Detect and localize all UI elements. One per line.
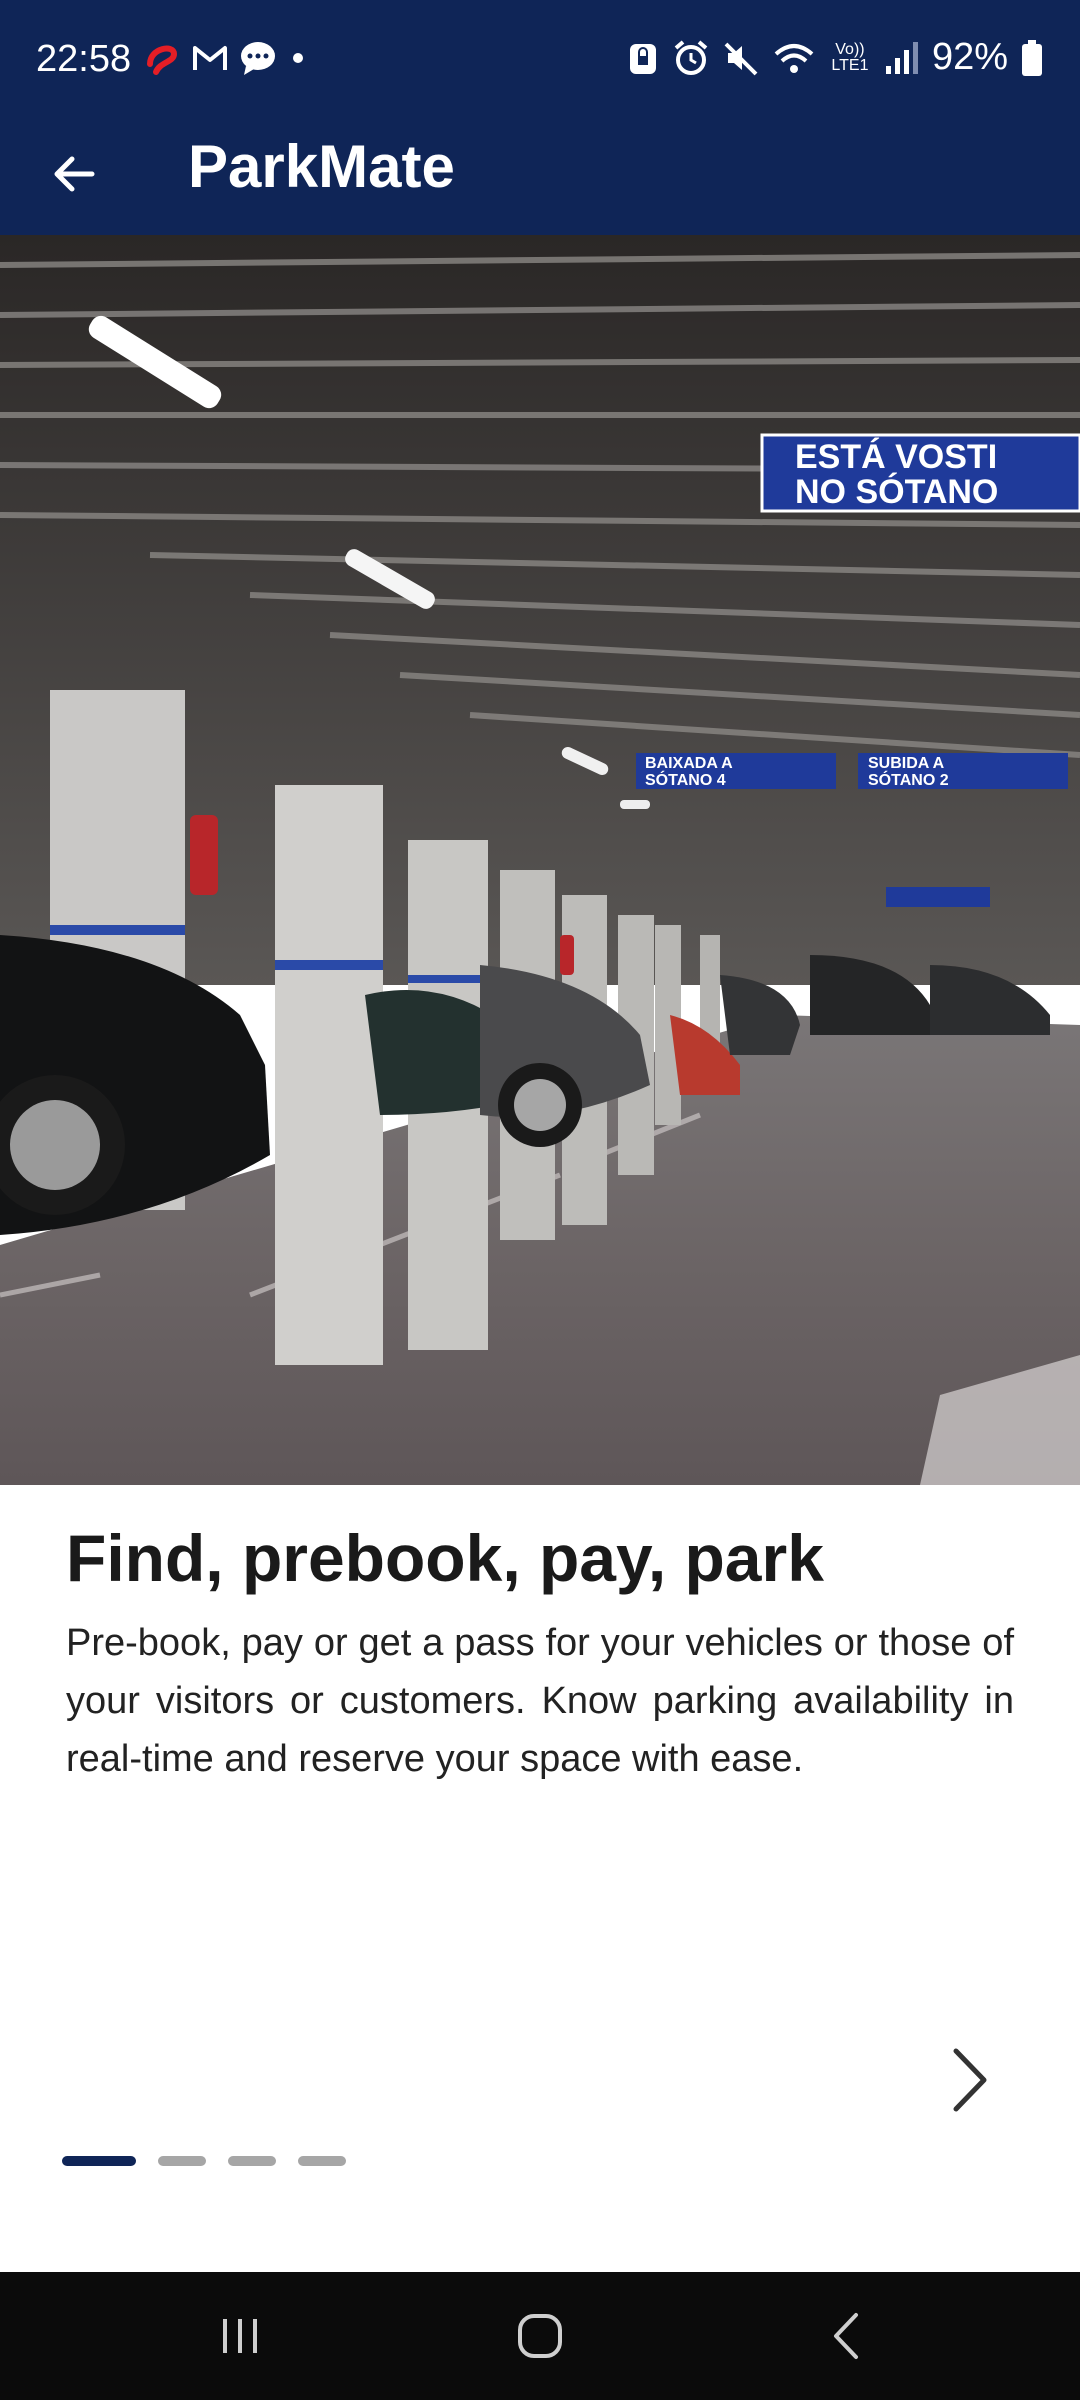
top-app-bar-container: 22:58 Vo)) LTE1 92% ParkMate — [0, 0, 1080, 235]
page-indicator — [62, 2156, 346, 2166]
home-button[interactable] — [490, 2296, 590, 2376]
mute-icon — [724, 42, 758, 75]
next-button[interactable] — [930, 2040, 1010, 2120]
nfc-lock-icon — [629, 43, 656, 74]
sign-text-3b: SÓTANO 2 — [868, 770, 949, 789]
page-dot-4 — [298, 2156, 346, 2166]
battery-icon — [1022, 39, 1042, 76]
system-navigation-bar — [0, 2272, 1080, 2400]
recents-button[interactable] — [190, 2296, 290, 2376]
dot-icon — [293, 53, 303, 63]
notification-icons — [142, 38, 310, 78]
page-dot-3 — [228, 2156, 276, 2166]
alarm-icon — [674, 39, 708, 75]
back-button[interactable] — [36, 136, 112, 212]
signal-icon — [885, 41, 918, 74]
system-icons: Vo)) LTE1 92% — [626, 36, 1044, 79]
back-nav-button[interactable] — [796, 2296, 896, 2376]
hero-image: ESTÁ VOSTI NO SÓTANO BAIXADA A SÓTANO 4 … — [0, 235, 1080, 1485]
volte-label: Vo)) LTE1 — [831, 40, 869, 74]
back-icon — [834, 2313, 858, 2359]
sign-text-2b: SÓTANO 4 — [645, 770, 726, 789]
app-bar: ParkMate — [0, 120, 1080, 235]
app-title: ParkMate — [188, 133, 455, 200]
sign-text-3a: SUBIDA A — [868, 755, 945, 772]
battery-percent: 92% — [931, 36, 1008, 78]
onboarding-content: Find, prebook, pay, park Pre-book, pay o… — [66, 1520, 1014, 1788]
arrow-left-icon — [54, 156, 95, 192]
status-bar: 22:58 Vo)) LTE1 92% — [0, 0, 1080, 120]
airtel-icon — [147, 45, 178, 75]
onboarding-headline: Find, prebook, pay, park — [66, 1521, 824, 1595]
sign-text-2a: BAIXADA A — [645, 755, 733, 772]
parking-garage-illustration: ESTÁ VOSTI NO SÓTANO BAIXADA A SÓTANO 4 … — [0, 235, 1080, 1485]
page-dot-1 — [62, 2156, 136, 2166]
chat-icon — [241, 42, 275, 75]
sign-text-1a: ESTÁ VOSTI — [795, 438, 997, 476]
page-dot-2 — [158, 2156, 206, 2166]
status-time: 22:58 — [36, 38, 132, 80]
chevron-right-icon — [953, 2048, 987, 2112]
onboarding-description: Pre-book, pay or get a pass for your veh… — [66, 1622, 1014, 1780]
recents-icon — [223, 2319, 257, 2353]
wifi-icon — [774, 43, 814, 73]
sign-text-1b: NO SÓTANO — [795, 473, 998, 511]
home-icon — [518, 2314, 562, 2358]
gmail-icon — [193, 46, 227, 70]
